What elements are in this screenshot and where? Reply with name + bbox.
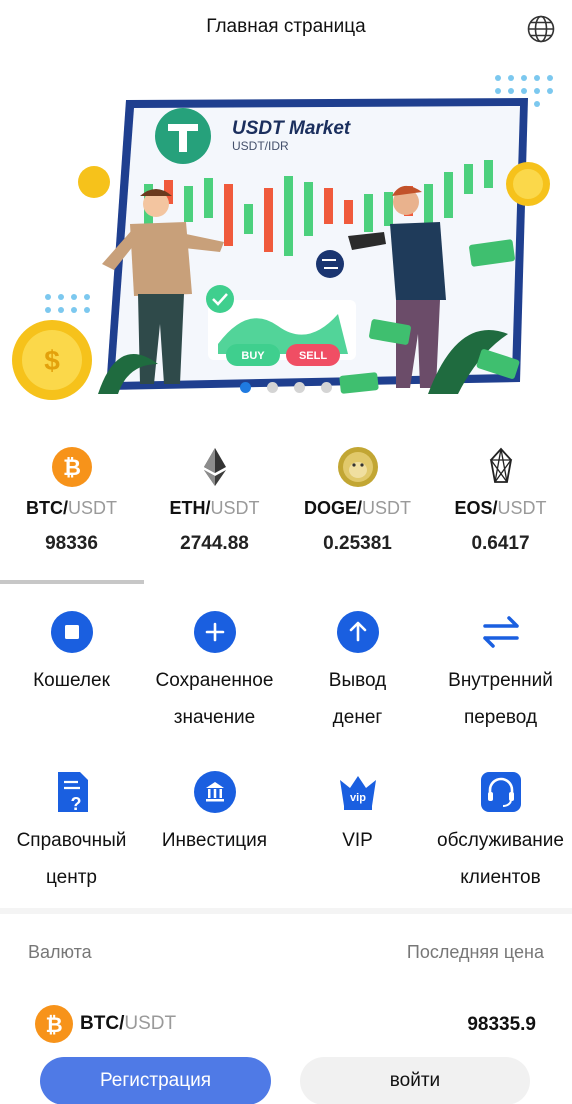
- carousel-dot[interactable]: [240, 382, 251, 393]
- ticker-price: 0.25381: [323, 533, 392, 554]
- column-currency: Валюта: [28, 942, 92, 962]
- eos-icon: [489, 447, 512, 483]
- carousel-dot[interactable]: [321, 382, 332, 393]
- svg-text:vip: vip: [350, 792, 366, 804]
- menu-wallet[interactable]: Кошелек: [0, 606, 143, 766]
- ticker-eos[interactable]: EOS/USDT 0.6417: [429, 446, 572, 566]
- bank-icon: [193, 771, 236, 813]
- svg-text:BUY: BUY: [241, 350, 265, 362]
- carousel-indicator: [0, 382, 572, 396]
- menu-vip[interactable]: vip VIP: [286, 766, 429, 926]
- column-last-price: Последняя цена: [406, 942, 544, 962]
- menu-investment[interactable]: Инвестиция: [143, 766, 286, 926]
- plus-icon: [193, 611, 236, 653]
- transfer-arrows-icon: [482, 616, 519, 648]
- ticker-scroll-indicator: [0, 580, 144, 584]
- wallet-icon: [50, 611, 93, 653]
- menu-withdraw[interactable]: Вывод денег: [286, 606, 429, 766]
- market-row-btc[interactable]: ₿ BTC/USDT 98335.9: [0, 1004, 572, 1044]
- headset-icon: [480, 772, 521, 812]
- svg-text:SELL: SELL: [299, 350, 327, 362]
- svg-text:?: ?: [70, 794, 81, 814]
- top-bar: Главная страница: [0, 0, 572, 58]
- banner-subtitle: USDT/IDR: [232, 139, 289, 153]
- menu-help-center[interactable]: ? Справочный центр: [0, 766, 143, 926]
- carousel-dot[interactable]: [294, 382, 305, 393]
- ticker-doge[interactable]: DOGE/USDT 0.25381: [286, 446, 429, 566]
- menu-internal-transfer[interactable]: Внутренний перевод: [429, 606, 572, 766]
- dogecoin-icon: [337, 447, 378, 487]
- market-pair: BTC/USDT: [80, 1013, 177, 1034]
- svg-text:₿: ₿: [63, 455, 81, 480]
- menu-deposit[interactable]: Сохраненное значение: [143, 606, 286, 766]
- login-button[interactable]: войти: [300, 1057, 530, 1104]
- carousel-dot[interactable]: [267, 382, 278, 393]
- withdraw-arrow-icon: [336, 611, 379, 653]
- ethereum-icon: [203, 448, 226, 486]
- promo-banner[interactable]: USDT Market USDT/IDR BUY SELL $: [8, 64, 564, 404]
- help-document-icon: ?: [57, 772, 88, 814]
- register-button[interactable]: Регистрация: [40, 1057, 271, 1104]
- bitcoin-icon: ₿: [51, 447, 92, 487]
- menu-customer-service[interactable]: обслуживание клиентов: [429, 766, 572, 926]
- globe-icon[interactable]: [526, 14, 556, 44]
- banner-title: USDT Market: [232, 118, 351, 139]
- vip-crown-icon: vip: [339, 776, 376, 810]
- svg-text:$: $: [44, 345, 60, 376]
- market-table-header: Валюта Последняя цена: [0, 942, 572, 970]
- market-price: 98335.9: [467, 1014, 536, 1035]
- ticker-price: 0.6417: [471, 533, 530, 554]
- section-divider: [0, 908, 572, 914]
- quick-menu: Кошелек Сохраненное значение Вывод денег…: [0, 606, 572, 926]
- ticker-strip: ₿ BTC/USDT 98336 ETH/USDT 2744.88 DOGE/U…: [0, 446, 572, 566]
- ticker-btc[interactable]: ₿ BTC/USDT 98336: [0, 446, 143, 566]
- ticker-price: 2744.88: [180, 533, 249, 554]
- ticker-price: 98336: [45, 533, 98, 554]
- bitcoin-icon: ₿: [35, 1005, 73, 1043]
- page-title: Главная страница: [206, 16, 366, 37]
- ticker-eth[interactable]: ETH/USDT 2744.88: [143, 446, 286, 566]
- svg-text:₿: ₿: [45, 1014, 62, 1037]
